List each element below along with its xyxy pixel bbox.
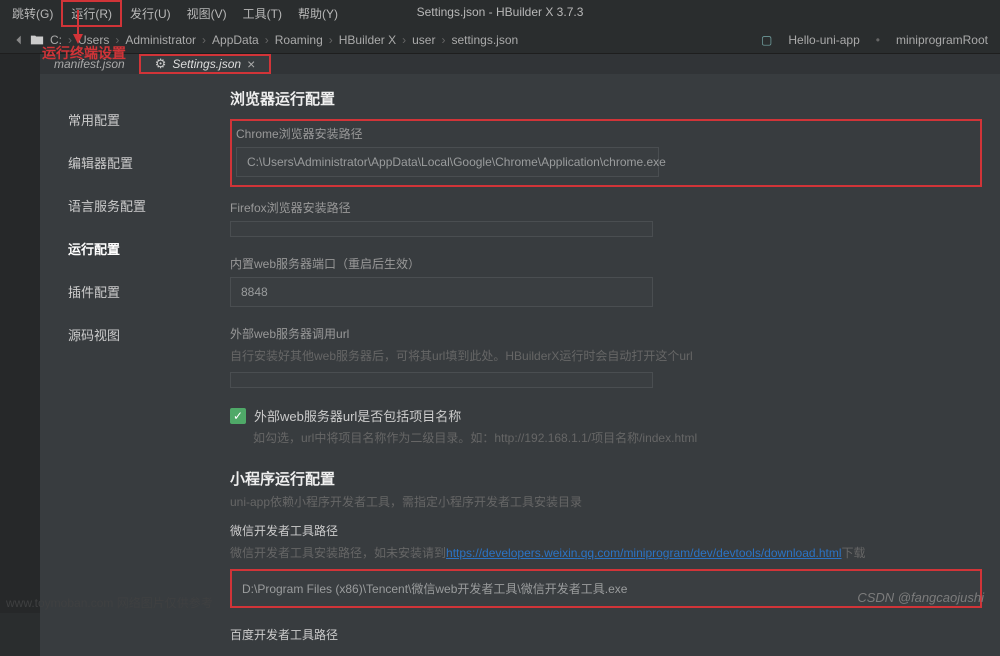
menu-help[interactable]: 帮助(Y) <box>290 2 346 25</box>
activity-bar <box>0 54 40 613</box>
annotation-arrow <box>70 10 90 46</box>
editor-tabs: manifest.json ⚙ Settings.json × <box>40 54 1000 74</box>
dot-icon: • <box>876 33 880 47</box>
firefox-path-input[interactable] <box>230 221 653 237</box>
wx-path-desc: 微信开发者工具安装路径，如未安装请到https://developers.wei… <box>230 544 982 561</box>
settings-content: 浏览器运行配置 Chrome浏览器安装路径 C:\Users\Administr… <box>220 74 1000 656</box>
nav-lang[interactable]: 语言服务配置 <box>68 184 220 227</box>
include-project-checkbox[interactable]: ✓ <box>230 408 246 424</box>
section-miniprogram-desc: uni-app依赖小程序开发者工具，需指定小程序开发者工具安装目录 <box>230 493 982 510</box>
menubar: 跳转(G) 运行(R) 发行(U) 视图(V) 工具(T) 帮助(Y) Sett… <box>0 0 1000 26</box>
baidu-path-label: 百度开发者工具路径 <box>230 626 982 643</box>
settings-nav: 常用配置 编辑器配置 语言服务配置 运行配置 插件配置 源码视图 <box>40 74 220 656</box>
breadcrumb: C: › Users › Administrator › AppData › R… <box>0 26 1000 54</box>
path-sep: › <box>329 33 333 47</box>
nav-run[interactable]: 运行配置 <box>68 227 220 270</box>
project-name[interactable]: Hello-uni-app <box>788 33 859 47</box>
watermark: CSDN @fangcaojushi <box>857 590 984 605</box>
window-icon[interactable]: ▢ <box>761 33 772 47</box>
section-miniprogram-title: 小程序运行配置 <box>230 468 982 489</box>
path-seg-6[interactable]: user <box>410 33 437 47</box>
annotation-caption: 运行终端设置 <box>42 43 126 63</box>
path-sep: › <box>402 33 406 47</box>
path-seg-5[interactable]: HBuilder X <box>337 33 398 47</box>
wx-path-label: 微信开发者工具路径 <box>230 522 982 539</box>
path-sep: › <box>265 33 269 47</box>
window-title: Settings.json - HBuilder X 3.7.3 <box>417 5 584 19</box>
path-sep: › <box>202 33 206 47</box>
nav-source[interactable]: 源码视图 <box>68 313 220 356</box>
path-seg-7[interactable]: settings.json <box>449 33 520 47</box>
path-seg-4[interactable]: Roaming <box>273 33 325 47</box>
menu-publish[interactable]: 发行(U) <box>122 2 179 25</box>
path-seg-2[interactable]: Administrator <box>123 33 198 47</box>
menu-view[interactable]: 视图(V) <box>179 2 235 25</box>
path-sep: › <box>441 33 445 47</box>
port-label: 内置web服务器端口（重启后生效） <box>230 255 982 272</box>
menu-tools[interactable]: 工具(T) <box>235 2 290 25</box>
include-project-label: 外部web服务器url是否包括项目名称 <box>254 406 461 425</box>
ext-url-input[interactable] <box>230 372 653 388</box>
watermark-left: www.toymoban.com 网络图片仅供参考 <box>6 594 213 611</box>
path-seg-3[interactable]: AppData <box>210 33 261 47</box>
gear-icon: ⚙ <box>155 56 167 72</box>
section-browser-title: 浏览器运行配置 <box>230 88 982 109</box>
close-icon[interactable]: × <box>247 56 255 72</box>
chrome-path-label: Chrome浏览器安装路径 <box>236 125 976 142</box>
tab-settings[interactable]: ⚙ Settings.json × <box>139 54 272 74</box>
include-project-desc: 如勾选，url中将项目名称作为二级目录。如：http://192.168.1.1… <box>253 429 982 446</box>
nav-plugin[interactable]: 插件配置 <box>68 270 220 313</box>
tab-label: Settings.json <box>172 57 241 71</box>
ext-url-desc: 自行安装好其他web服务器后，可将其url填到此处。HBuilderX运行时会自… <box>230 347 982 364</box>
ext-url-label: 外部web服务器调用url <box>230 325 982 342</box>
menu-goto[interactable]: 跳转(G) <box>4 2 61 25</box>
chrome-path-input[interactable]: C:\Users\Administrator\AppData\Local\Goo… <box>236 147 659 177</box>
path-right: ▢ Hello-uni-app • miniprogramRoot <box>761 33 988 47</box>
chrome-highlight-box: Chrome浏览器安装路径 C:\Users\Administrator\App… <box>230 119 982 187</box>
wx-download-link[interactable]: https://developers.weixin.qq.com/minipro… <box>446 546 842 560</box>
port-input[interactable]: 8848 <box>230 277 653 307</box>
nav-common[interactable]: 常用配置 <box>68 98 220 141</box>
nav-editor[interactable]: 编辑器配置 <box>68 141 220 184</box>
back-icon[interactable] <box>12 33 26 47</box>
firefox-path-label: Firefox浏览器安装路径 <box>230 199 982 216</box>
miniprogram-root[interactable]: miniprogramRoot <box>896 33 988 47</box>
